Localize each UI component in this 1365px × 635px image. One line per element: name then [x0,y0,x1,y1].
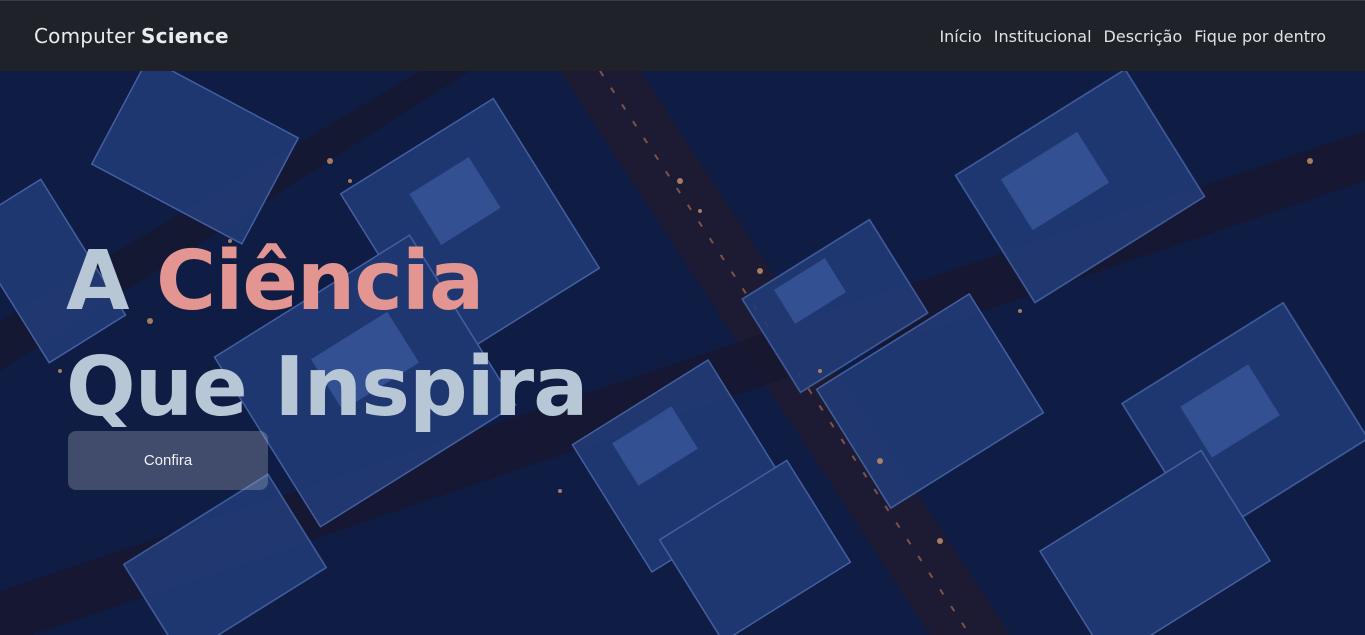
brand-text-bold: Science [141,24,229,48]
hero-section: A Ciência Que Inspira Confira [0,71,1365,635]
hero-title-accent: Ciência [156,234,484,329]
nav-link-institucional[interactable]: Institucional [994,27,1092,46]
top-navbar: Computer Science Início Institucional Des… [0,0,1365,71]
confira-button[interactable]: Confira [68,431,268,490]
brand-logo[interactable]: Computer Science [34,24,229,48]
brand-text-regular: Computer [34,24,136,48]
nav-menu: Início Institucional Descrição Fique por… [939,27,1326,46]
nav-link-descricao[interactable]: Descrição [1104,27,1183,46]
nav-link-fique-por-dentro[interactable]: Fique por dentro [1194,27,1326,46]
nav-link-inicio[interactable]: Início [939,27,981,46]
hero-title-word-a: A [66,234,129,329]
hero-title-line2: Que Inspira [66,340,589,435]
hero-title: A Ciência Que Inspira [66,229,589,441]
